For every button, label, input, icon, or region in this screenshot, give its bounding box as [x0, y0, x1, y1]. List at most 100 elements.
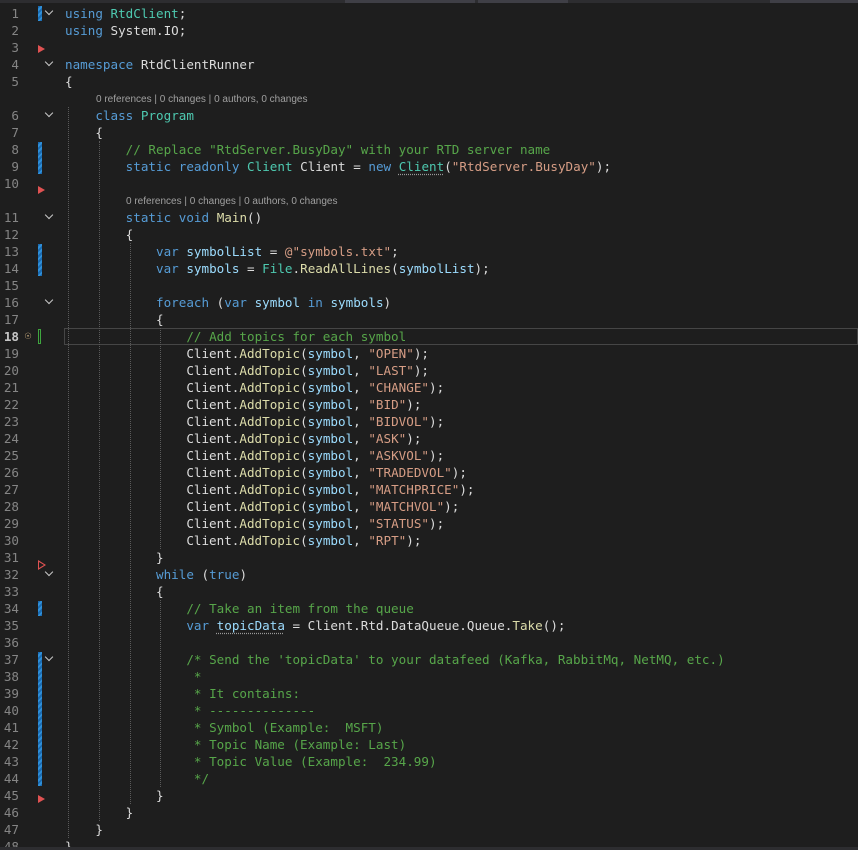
- code-line[interactable]: 18 // Add topics for each symbol: [0, 328, 858, 345]
- code-line[interactable]: 44 */: [0, 770, 858, 787]
- code-text[interactable]: Client.AddTopic(symbol, "MATCHPRICE");: [65, 481, 474, 498]
- code-line[interactable]: 26 Client.AddTopic(symbol, "TRADEDVOL");: [0, 464, 858, 481]
- code-text[interactable]: static readonly Client Client = new Clie…: [65, 158, 611, 175]
- codelens-changes[interactable]: 0 changes: [160, 94, 206, 105]
- code-text[interactable]: */: [65, 770, 209, 787]
- code-line[interactable]: 43 * Topic Value (Example: 234.99): [0, 753, 858, 770]
- code-text[interactable]: while (true): [65, 566, 247, 583]
- code-text[interactable]: // Take an item from the queue: [65, 600, 413, 617]
- code-text[interactable]: * --------------: [65, 702, 315, 719]
- code-line[interactable]: 25 Client.AddTopic(symbol, "ASKVOL");: [0, 447, 858, 464]
- lightbulb-icon[interactable]: ☉: [22, 330, 34, 342]
- debug-arrow-icon[interactable]: [38, 186, 45, 194]
- code-line[interactable]: 45 }: [0, 787, 858, 804]
- code-text[interactable]: }: [65, 549, 164, 566]
- code-line[interactable]: 7 {: [0, 124, 858, 141]
- code-text[interactable]: Client.AddTopic(symbol, "CHANGE");: [65, 379, 444, 396]
- code-line[interactable]: 28 Client.AddTopic(symbol, "MATCHVOL");: [0, 498, 858, 515]
- code-line[interactable]: 17 {: [0, 311, 858, 328]
- code-line[interactable]: 37 /* Send the 'topicData' to your dataf…: [0, 651, 858, 668]
- code-line[interactable]: 20 Client.AddTopic(symbol, "LAST");: [0, 362, 858, 379]
- code-line[interactable]: 1 using RtdClient;: [0, 5, 858, 22]
- code-line[interactable]: 23 Client.AddTopic(symbol, "BIDVOL");: [0, 413, 858, 430]
- code-text[interactable]: foreach (var symbol in symbols): [65, 294, 391, 311]
- code-line[interactable]: 3: [0, 39, 858, 56]
- codelens-authors[interactable]: 0 authors, 0 changes: [214, 94, 307, 105]
- code-text[interactable]: Client.AddTopic(symbol, "TRADEDVOL");: [65, 464, 467, 481]
- code-line[interactable]: 35 var topicData = Client.Rtd.DataQueue.…: [0, 617, 858, 634]
- code-line[interactable]: 14 var symbols = File.ReadAllLines(symbo…: [0, 260, 858, 277]
- code-text[interactable]: Client.AddTopic(symbol, "STATUS");: [65, 515, 444, 532]
- code-text[interactable]: Client.AddTopic(symbol, "ASK");: [65, 430, 421, 447]
- code-line[interactable]: 5{: [0, 73, 858, 90]
- tab-segment[interactable]: [345, 0, 475, 3]
- code-line[interactable]: 19 Client.AddTopic(symbol, "OPEN");: [0, 345, 858, 362]
- code-line[interactable]: 10: [0, 175, 858, 192]
- debug-arrow-icon[interactable]: [38, 45, 45, 53]
- code-text[interactable]: * Topic Value (Example: 234.99): [65, 753, 437, 770]
- code-line[interactable]: 29 Client.AddTopic(symbol, "STATUS");: [0, 515, 858, 532]
- codelens-references[interactable]: 0 references: [96, 94, 152, 105]
- code-text[interactable]: }: [65, 787, 164, 804]
- code-text[interactable]: {: [65, 311, 164, 328]
- code-text[interactable]: namespace RtdClientRunner: [65, 56, 255, 73]
- code-text[interactable]: Client.AddTopic(symbol, "MATCHVOL");: [65, 498, 459, 515]
- tab-segment[interactable]: [770, 0, 858, 3]
- code-text[interactable]: Client.AddTopic(symbol, "RPT");: [65, 532, 421, 549]
- code-text[interactable]: * Topic Name (Example: Last): [65, 736, 406, 753]
- code-line[interactable]: 47 }: [0, 821, 858, 838]
- debug-arrow-icon[interactable]: [38, 795, 45, 803]
- code-text[interactable]: * Symbol (Example: MSFT): [65, 719, 384, 736]
- code-line[interactable]: 15: [0, 277, 858, 294]
- code-text[interactable]: {: [65, 583, 164, 600]
- codelens-changes[interactable]: 0 changes: [190, 196, 236, 207]
- code-text[interactable]: using RtdClient;: [65, 5, 186, 22]
- code-text[interactable]: * It contains:: [65, 685, 300, 702]
- code-line[interactable]: 9 static readonly Client Client = new Cl…: [0, 158, 858, 175]
- codelens-references[interactable]: 0 references: [126, 196, 182, 207]
- code-line[interactable]: 40 * --------------: [0, 702, 858, 719]
- code-line[interactable]: 11 static void Main(): [0, 209, 858, 226]
- code-text[interactable]: Client.AddTopic(symbol, "BID");: [65, 396, 421, 413]
- code-line[interactable]: 8 // Replace "RtdServer.BusyDay" with yo…: [0, 141, 858, 158]
- code-line[interactable]: 42 * Topic Name (Example: Last): [0, 736, 858, 753]
- code-line[interactable]: 39 * It contains:: [0, 685, 858, 702]
- code-line[interactable]: 16 foreach (var symbol in symbols): [0, 294, 858, 311]
- code-line[interactable]: 12 {: [0, 226, 858, 243]
- code-line[interactable]: 2 using System.IO;: [0, 22, 858, 39]
- code-line[interactable]: 6 class Program: [0, 107, 858, 124]
- code-text[interactable]: var topicData = Client.Rtd.DataQueue.Que…: [65, 617, 565, 634]
- code-text[interactable]: // Replace "RtdServer.BusyDay" with your…: [65, 141, 551, 158]
- code-line[interactable]: 41 * Symbol (Example: MSFT): [0, 719, 858, 736]
- codelens-authors[interactable]: 0 authors, 0 changes: [244, 196, 337, 207]
- code-line[interactable]: 4 namespace RtdClientRunner: [0, 56, 858, 73]
- code-line[interactable]: 46 }: [0, 804, 858, 821]
- code-text[interactable]: /* Send the 'topicData' to your datafeed…: [65, 651, 724, 668]
- code-line[interactable]: 34 // Take an item from the queue: [0, 600, 858, 617]
- code-text[interactable]: }: [65, 821, 103, 838]
- code-text[interactable]: Client.AddTopic(symbol, "OPEN");: [65, 345, 429, 362]
- code-line[interactable]: 38 *: [0, 668, 858, 685]
- code-text[interactable]: {: [65, 73, 73, 90]
- code-text[interactable]: Client.AddTopic(symbol, "LAST");: [65, 362, 429, 379]
- tab-segment[interactable]: [478, 0, 568, 3]
- code-text[interactable]: class Program: [65, 107, 194, 124]
- code-line[interactable]: 33 {: [0, 583, 858, 600]
- code-text[interactable]: var symbolList = @"symbols.txt";: [65, 243, 399, 260]
- code-line[interactable]: 21 Client.AddTopic(symbol, "CHANGE");: [0, 379, 858, 396]
- code-line[interactable]: 13 var symbolList = @"symbols.txt";: [0, 243, 858, 260]
- code-text[interactable]: // Add topics for each symbol: [65, 328, 406, 345]
- code-line[interactable]: 36: [0, 634, 858, 651]
- code-text[interactable]: *: [65, 668, 202, 685]
- code-line[interactable]: 22 Client.AddTopic(symbol, "BID");: [0, 396, 858, 413]
- code-line[interactable]: 31 }: [0, 549, 858, 566]
- code-line[interactable]: 32 while (true): [0, 566, 858, 583]
- code-text[interactable]: static void Main(): [65, 209, 263, 226]
- code-text[interactable]: var symbols = File.ReadAllLines(symbolLi…: [65, 260, 490, 277]
- code-line[interactable]: 30 Client.AddTopic(symbol, "RPT");: [0, 532, 858, 549]
- code-editor[interactable]: 1 using RtdClient; 2 using System.IO; 3 4 name…: [0, 0, 858, 850]
- code-text[interactable]: using System.IO;: [65, 22, 186, 39]
- code-line[interactable]: 24 Client.AddTopic(symbol, "ASK");: [0, 430, 858, 447]
- code-text[interactable]: {: [65, 124, 103, 141]
- code-text[interactable]: Client.AddTopic(symbol, "ASKVOL");: [65, 447, 444, 464]
